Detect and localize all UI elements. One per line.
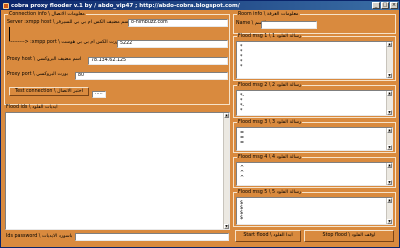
scroll-up-icon[interactable]: ▲ [387, 198, 392, 203]
app-icon [3, 2, 9, 9]
scroll-up-icon[interactable]: ▲ [224, 113, 229, 118]
flood-ids-textarea[interactable]: ▲ ▼ [5, 112, 230, 230]
app-window: cobra proxy flooder v.1 by / abdo_vip47 … [0, 0, 400, 248]
scroll-up-icon[interactable]: ▲ [387, 128, 392, 133]
flood-msg-1-label: Flood msg 1 \ رسالة الفلود 1 [237, 34, 303, 39]
flood-ids-scrollbar[interactable]: ▲ ▼ [223, 113, 229, 229]
xmpp-port-label: ---------> :xmpp port \ بورت الكس ام بي … [9, 40, 120, 45]
flood-msg-4-scrollbar[interactable]: ▲ ▼ [386, 163, 392, 185]
flood-msg-5-textarea[interactable]: $ $ $ $ ▲ ▼ [236, 197, 393, 225]
scroll-up-icon[interactable]: ▲ [387, 163, 392, 168]
proxy-host-input[interactable]: 78.134.62.125 [88, 57, 228, 65]
flood-msg-2-textarea[interactable]: *- * *- * ▲ ▼ [236, 90, 393, 116]
room-info-legend: Room info \ معلومات الغرفة [237, 12, 300, 17]
scroll-up-icon[interactable]: ▲ [387, 91, 392, 96]
proxy-host-label: Proxy host \ اسم مضيف البروكسي [7, 57, 82, 62]
start-flood-button[interactable]: Start flood \ ابدا الفلود [235, 230, 301, 242]
flood-msg-5-text: $ $ $ $ [240, 201, 244, 221]
scroll-down-icon[interactable]: ▼ [387, 73, 392, 78]
scroll-down-icon[interactable]: ▼ [224, 224, 229, 229]
scroll-up-icon[interactable]: ▲ [387, 42, 392, 47]
flood-msg-4-label: Flood msg 4 \ رسالة الفلود 4 [237, 155, 303, 160]
connection-info-legend: Connection info \ معلومات الاتصال [8, 12, 86, 17]
flood-msg-3-scrollbar[interactable]: ▲ ▼ [386, 128, 392, 150]
flood-ids-label: Flood ids \ ايديات الفلود [6, 105, 58, 110]
server-host-input[interactable]: o-nimbuzz.com [128, 19, 228, 27]
connector-line [9, 27, 10, 41]
flood-msg-3-label: Flood msg 3 \ رسالة الفلود 3 [237, 120, 303, 125]
title-bar: cobra proxy flooder v.1 by / abdo_vip47 … [1, 1, 399, 10]
flood-msg-2-group: Flood msg 2 \ رسالة الفلود 2 *- * *- * ▲ ▼ [233, 83, 396, 118]
flood-msg-3-textarea[interactable]: = = = ▲ ▼ [236, 127, 393, 151]
close-button[interactable]: × [390, 2, 398, 9]
connection-info-group: Connection info \ معلومات الاتصال Server… [4, 12, 230, 105]
test-result-field: ..... [92, 91, 106, 98]
ids-password-input[interactable] [75, 233, 229, 241]
flood-msg-3-text: = = = [240, 131, 245, 146]
flood-msg-5-scrollbar[interactable]: ▲ ▼ [386, 198, 392, 224]
flood-msg-3-group: Flood msg 3 \ رسالة الفلود 3 = = = ▲ ▼ [233, 120, 396, 153]
room-info-group: Room info \ معلومات الغرفة Name \ الاسم [233, 12, 396, 34]
test-connection-button[interactable]: Test connection \ اختبر الاتصال [9, 87, 89, 96]
flood-msg-2-scrollbar[interactable]: ▲ ▼ [386, 91, 392, 115]
flood-msg-5-label: Flood msg 5 \ رسالة الفلود 5 [237, 190, 303, 195]
stop-flood-button[interactable]: Stop flood \ اوقف الفلود [304, 230, 394, 242]
flood-msg-4-text: ^ ^ ^ [240, 166, 245, 181]
flood-msg-4-group: Flood msg 4 \ رسالة الفلود 4 ^ ^ ^ ▲ ▼ [233, 155, 396, 188]
flood-msg-2-text: *- * *- * [240, 94, 245, 114]
window-controls: _ □ × [372, 2, 398, 9]
flood-msg-1-scrollbar[interactable]: ▲ ▼ [386, 42, 392, 78]
proxy-port-input[interactable]: 80 [75, 72, 228, 80]
flood-msg-2-label: Flood msg 2 \ رسالة الفلود 2 [237, 83, 303, 88]
minimize-button[interactable]: _ [372, 2, 380, 9]
scroll-down-icon[interactable]: ▼ [387, 219, 392, 224]
flood-msg-1-group: Flood msg 1 \ رسالة الفلود 1 * * * * * ▲ ▼ [233, 34, 396, 81]
scroll-down-icon[interactable]: ▼ [387, 110, 392, 115]
scroll-down-icon[interactable]: ▼ [387, 145, 392, 150]
scroll-down-icon[interactable]: ▼ [387, 180, 392, 185]
xmpp-port-input[interactable]: 5222 [117, 40, 228, 48]
maximize-button[interactable]: □ [381, 2, 389, 9]
server-label: Server :xmpp host \ اسم مضيف الكس ام بي … [7, 20, 130, 25]
proxy-port-label: Proxy port \ بورت البروكسي [7, 72, 69, 77]
flood-msg-1-textarea[interactable]: * * * * * ▲ ▼ [236, 41, 393, 79]
flood-msg-4-textarea[interactable]: ^ ^ ^ ▲ ▼ [236, 162, 393, 186]
ids-password-label: Ids password \ باسورد الايديات [6, 234, 73, 239]
window-title: cobra proxy flooder v.1 by / abdo_vip47 … [11, 2, 240, 9]
flood-msg-5-group: Flood msg 5 \ رسالة الفلود 5 $ $ $ $ ▲ ▼ [233, 190, 396, 227]
room-name-input[interactable] [261, 21, 317, 29]
flood-msg-1-text: * * * * * [240, 45, 243, 70]
